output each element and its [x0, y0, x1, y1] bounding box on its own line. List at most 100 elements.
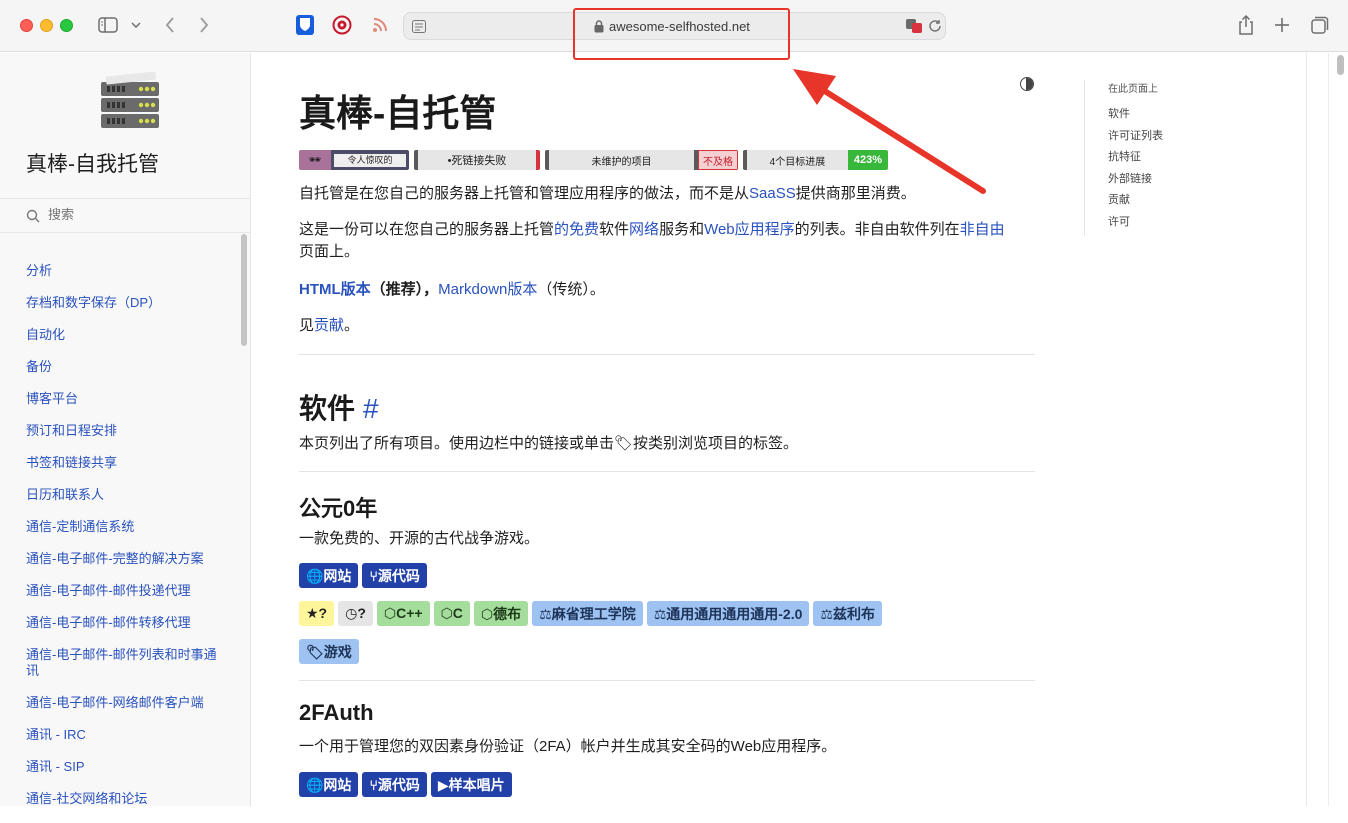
saass-link[interactable]: SaaSS [749, 185, 796, 202]
unmaintained-badge[interactable]: 未维护的项目 不及格 [545, 150, 738, 170]
annotation-highlight-box [573, 8, 790, 60]
divider [299, 354, 1035, 355]
website-link-button[interactable]: 🌐网站 [299, 563, 359, 588]
search-input[interactable] [48, 207, 238, 222]
sidebar-nav-item[interactable]: 通信-电子邮件-邮件投递代理 [26, 583, 226, 599]
badge-label: 4个目标进展 [747, 150, 848, 170]
sidebar-nav-item[interactable]: 书签和链接共享 [26, 455, 226, 471]
webapps-link[interactable]: Web应用程序 [704, 221, 795, 238]
sidebar-nav-item[interactable]: 自动化 [26, 327, 226, 343]
project-tag[interactable]: ⚖兹利布 [813, 601, 882, 626]
sidebar-nav-item[interactable]: 通信-电子邮件-邮件列表和时事通讯 [26, 647, 226, 679]
theme-toggle-icon[interactable] [1020, 77, 1034, 91]
project-tag[interactable]: ⬡C++ [376, 601, 430, 626]
dead-links-badge[interactable]: •死链接失败 [414, 150, 540, 170]
minimize-window-button[interactable] [40, 19, 53, 32]
network-link[interactable]: 网络 [629, 221, 659, 238]
sidebar-nav-item[interactable]: 通信-社交网络和论坛 [26, 791, 226, 807]
zoom-window-button[interactable] [60, 19, 73, 32]
badge-label: •死链接失败 [418, 150, 536, 170]
toc-link[interactable]: 抗特征 [1108, 150, 1204, 164]
sidebar-nav-item[interactable]: 通信-电子邮件-网络邮件客户端 [26, 695, 226, 711]
new-tab-icon[interactable] [1272, 12, 1292, 38]
intro-paragraph-1: 自托管是在您自己的服务器上托管和管理应用程序的做法，而不是从SaaSS提供商那里… [299, 185, 916, 202]
extension-icon[interactable] [331, 12, 353, 38]
software-description: 本页列出了所有项目。使用边栏中的链接或单击🏷按类别浏览项目的标签。 [299, 435, 799, 452]
website-link-button[interactable]: 🌐网站 [299, 772, 359, 797]
close-window-button[interactable] [20, 19, 33, 32]
sidebar-nav-item[interactable]: 日历和联系人 [26, 487, 226, 503]
badge-status: 423% [847, 150, 888, 170]
sidebar-scrollbar[interactable] [241, 234, 247, 346]
page-scrollbar[interactable] [1337, 55, 1344, 75]
sidebar-icon[interactable] [97, 12, 119, 38]
toc-link[interactable]: 贡献 [1108, 193, 1204, 207]
intro-paragraph-2: 这是一份可以在您自己的服务器上托管的免费软件网络服务和Web应用程序的列表。非自… [299, 221, 1005, 260]
heading-anchor-link[interactable]: # [363, 393, 379, 424]
forward-arrow-icon[interactable] [194, 12, 214, 38]
search-box[interactable] [0, 198, 251, 233]
site-title[interactable]: 真棒-自我托管 [26, 148, 159, 178]
project-description: 一个用于管理您的双因素身份验证（2FA）帐户并生成其安全码的Web应用程序。 [299, 738, 837, 755]
share-icon[interactable] [1236, 12, 1256, 38]
reader-mode-icon[interactable] [412, 20, 426, 38]
markdown-version-link[interactable]: Markdown版本 [438, 281, 537, 298]
main-content: 真棒-自托管 🕶 令人惊叹的 •死链接失败 未维护的项目 不及格 4个目标进展 … [252, 53, 1296, 806]
badge-label: 令人惊叹的 [334, 153, 406, 167]
toc-link[interactable]: 软件 [1108, 107, 1204, 121]
sidebar-nav-item[interactable]: 通信-电子邮件-邮件转移代理 [26, 615, 226, 631]
sidebar-nav-item[interactable]: 预订和日程安排 [26, 423, 226, 439]
rss-icon[interactable] [370, 12, 390, 38]
project-tag[interactable]: ◷? [338, 601, 373, 626]
sidebar-nav-item[interactable]: 博客平台 [26, 391, 226, 407]
site-sidebar: 真棒-自我托管 分析存档和数字保存（DP） 自动化备份博客平台预订和日程安排书签和… [0, 53, 251, 806]
chevron-down-icon[interactable] [129, 12, 143, 38]
intro-paragraph-3: HTML版本（推荐），Markdown版本（传统）。 [299, 281, 605, 298]
toc-title: 在此页面上 [1108, 84, 1158, 95]
sidebar-nav-item[interactable]: 通信-电子邮件-完整的解决方案 [26, 551, 226, 567]
sidebar-nav-item[interactable]: 通信-定制通信系统 [26, 519, 226, 535]
reload-icon[interactable] [928, 19, 942, 38]
project-categories: 🏷游戏 [299, 639, 359, 665]
project-tag[interactable]: ⬡C [433, 601, 470, 626]
table-of-contents: 在此页面上 软件许可证列表抗特征外部链接贡献许可 [1084, 80, 1204, 236]
project-links: 🌐网站 ⑂源代码 [299, 563, 427, 589]
project-tag[interactable]: ⚖麻省理工学院 [532, 601, 643, 626]
software-heading: 软件 # [299, 393, 379, 424]
sidebar-nav-item[interactable]: 通讯 - IRC [26, 727, 226, 743]
category-tag-games[interactable]: 🏷游戏 [299, 639, 359, 664]
divider [299, 680, 1035, 681]
html-version-link[interactable]: HTML版本 [299, 281, 371, 298]
server-logo-icon [101, 71, 159, 128]
free-link[interactable]: 的免费 [554, 221, 599, 238]
tab-overview-icon[interactable] [1309, 12, 1331, 38]
project-tag[interactable]: ⬡德布 [473, 601, 529, 626]
project-tag[interactable]: ⚖通用通用通用通用-2.0 [646, 601, 810, 626]
project-tag[interactable]: ★? [299, 601, 335, 626]
back-arrow-icon[interactable] [160, 12, 180, 38]
page-title: 真棒-自托管 [299, 93, 497, 134]
divider [299, 471, 1035, 472]
project-title: 2FAuth [299, 700, 374, 725]
contributing-link[interactable]: 贡献 [314, 317, 344, 334]
non-free-link[interactable]: 非自由 [960, 221, 1005, 238]
search-icon [26, 209, 40, 228]
badge-status: 不及格 [698, 150, 738, 170]
source-code-link-button[interactable]: ⑂源代码 [362, 563, 427, 588]
sidebar-nav-item[interactable]: 备份 [26, 359, 226, 375]
sidebar-nav-item[interactable]: 存档和数字保存（DP） [26, 295, 226, 311]
translate-icon[interactable] [906, 19, 922, 38]
demo-link-button[interactable]: ▶样本唱片 [430, 772, 512, 797]
project-title: 公元0年 [299, 496, 378, 521]
source-code-link-button[interactable]: ⑂源代码 [362, 772, 427, 797]
bitwarden-icon[interactable] [295, 12, 315, 38]
sunglasses-icon: 🕶 [299, 150, 331, 170]
toc-link[interactable]: 许可证列表 [1108, 129, 1204, 143]
sidebar-nav-item[interactable]: 分析 [26, 263, 226, 279]
sidebar-nav-item[interactable]: 通讯 - SIP [26, 759, 226, 775]
project-description: 一款免费的、开源的古代战争游戏。 [299, 530, 540, 547]
toc-link[interactable]: 许可 [1108, 215, 1204, 229]
awesome-badge[interactable]: 🕶 令人惊叹的 [299, 150, 409, 170]
goals-badge[interactable]: 4个目标进展 423% [743, 150, 888, 170]
toc-link[interactable]: 外部链接 [1108, 172, 1204, 186]
